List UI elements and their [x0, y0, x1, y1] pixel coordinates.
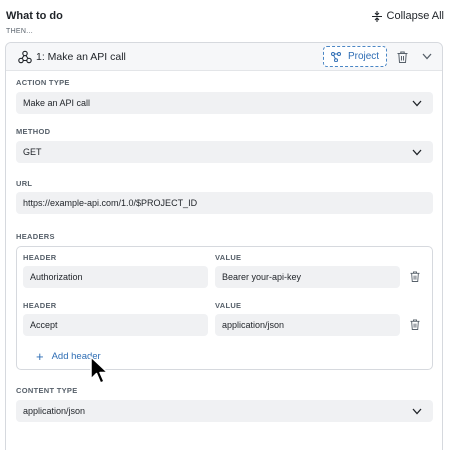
chevron-down-icon — [412, 408, 422, 415]
method-select[interactable]: GET — [16, 141, 433, 163]
header-value-value: application/json — [222, 320, 285, 330]
trash-icon[interactable] — [397, 51, 408, 63]
method-label: METHOD — [16, 127, 51, 136]
trash-icon[interactable] — [410, 271, 420, 282]
url-input[interactable]: https://example-api.com/1.0/$PROJECT_ID — [16, 192, 433, 214]
then-label: THEN... — [6, 28, 33, 35]
header-value-input[interactable]: application/json — [215, 314, 400, 336]
section-title: What to do — [6, 10, 63, 22]
branch-icon — [330, 51, 341, 62]
collapse-all-button[interactable]: Collapse All — [371, 10, 444, 22]
method-value: GET — [23, 147, 42, 157]
collapse-icon — [371, 10, 382, 22]
action-type-value: Make an API call — [23, 98, 91, 108]
header-value-label: VALUE — [215, 253, 242, 262]
header-value-value: Bearer your-api-key — [222, 272, 302, 282]
webhook-icon — [18, 50, 32, 64]
url-label: URL — [16, 179, 33, 188]
plus-icon: + — [36, 348, 44, 364]
chevron-down-icon — [412, 149, 422, 156]
headers-label: HEADERS — [16, 232, 55, 241]
content-type-label: CONTENT TYPE — [16, 386, 78, 395]
url-value: https://example-api.com/1.0/$PROJECT_ID — [23, 198, 198, 208]
action-title: 1: Make an API call — [36, 51, 126, 63]
chevron-down-icon[interactable] — [422, 53, 432, 60]
chevron-down-icon — [412, 100, 422, 107]
collapse-all-label: Collapse All — [386, 10, 444, 22]
action-card: 1: Make an API call Project ACTION TYPE … — [5, 42, 443, 450]
project-badge-label: Project — [347, 51, 380, 62]
workflow-action-editor: What to do Collapse All THEN... 1: Make … — [0, 0, 450, 450]
action-card-header[interactable]: 1: Make an API call Project — [6, 43, 442, 71]
trash-icon[interactable] — [410, 319, 420, 330]
content-type-select[interactable]: application/json — [16, 400, 433, 422]
project-badge-button[interactable]: Project — [323, 46, 387, 67]
header-value-input[interactable]: Bearer your-api-key — [215, 266, 400, 288]
content-type-value: application/json — [23, 406, 86, 416]
action-type-select[interactable]: Make an API call — [16, 92, 433, 114]
header-key-label: HEADER — [23, 253, 57, 262]
header-key-value: Accept — [30, 320, 58, 330]
header-key-value: Authorization — [30, 272, 83, 282]
header-key-input[interactable]: Authorization — [23, 266, 208, 288]
header-value-label: VALUE — [215, 301, 242, 310]
headers-list: HEADER VALUE Authorization Bearer your-a… — [16, 246, 433, 370]
header-key-input[interactable]: Accept — [23, 314, 208, 336]
header-key-label: HEADER — [23, 301, 57, 310]
mouse-cursor — [90, 356, 109, 384]
action-type-label: ACTION TYPE — [16, 78, 70, 87]
